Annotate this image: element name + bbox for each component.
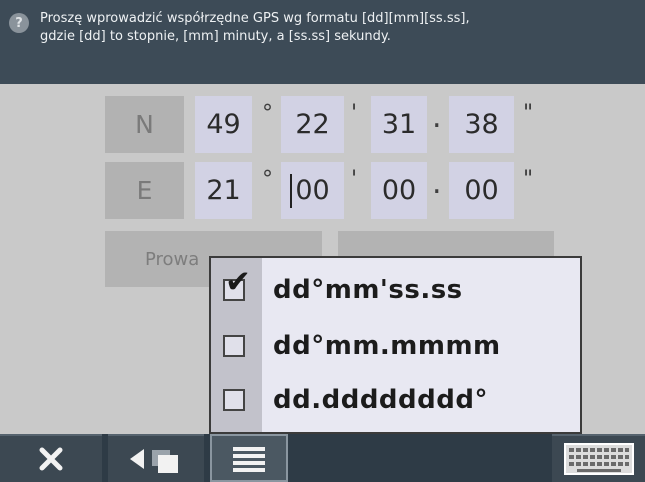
close-button[interactable]: [0, 434, 102, 482]
keyboard-button[interactable]: [552, 434, 645, 482]
decimal-point: .: [432, 166, 442, 201]
latitude-hundredths-field[interactable]: 38: [449, 96, 514, 153]
minute-symbol: ': [351, 101, 358, 126]
latitude-seconds-field[interactable]: 31: [371, 96, 427, 153]
format-option-decimal[interactable]: dd.dddddddd°: [211, 374, 580, 428]
latitude-degrees-field[interactable]: 49: [195, 96, 252, 153]
latitude-minutes-field[interactable]: 22: [281, 96, 344, 153]
back-icon: [130, 449, 178, 473]
format-option-label: dd.dddddddd°: [273, 385, 488, 415]
gps-coordinate-screen: ? Proszę wprowadzić współrzędne GPS wg f…: [0, 0, 645, 482]
left-action-button-label: Prowa: [145, 248, 200, 270]
format-option-label: dd°mm'ss.ss: [273, 275, 463, 305]
format-option-dm[interactable]: dd°mm.mmmm: [211, 320, 580, 374]
checkbox[interactable]: [223, 389, 245, 411]
longitude-hemisphere-button[interactable]: E: [105, 162, 184, 219]
instruction-text: Proszę wprowadzić współrzędne GPS wg for…: [40, 10, 630, 46]
longitude-seconds-field[interactable]: 00: [371, 162, 427, 219]
close-icon: [39, 447, 63, 471]
list-button[interactable]: [210, 434, 288, 482]
longitude-hundredths-field[interactable]: 00: [449, 162, 514, 219]
format-option-label: dd°mm.mmmm: [273, 331, 501, 361]
text-cursor: [290, 174, 292, 208]
instruction-header: ? Proszę wprowadzić współrzędne GPS wg f…: [0, 0, 645, 84]
list-icon: [233, 447, 265, 472]
instruction-line-2: gdzie [dd] to stopnie, [mm] minuty, a [s…: [40, 29, 391, 44]
second-symbol: ": [523, 167, 534, 192]
help-icon[interactable]: ?: [9, 13, 29, 33]
checkmark-icon: ✔: [225, 264, 251, 300]
degree-symbol: °: [262, 167, 273, 192]
second-symbol: ": [523, 101, 534, 126]
instruction-line-1: Proszę wprowadzić współrzędne GPS wg for…: [40, 11, 470, 26]
checkbox[interactable]: [223, 335, 245, 357]
longitude-degrees-field[interactable]: 21: [195, 162, 252, 219]
keyboard-icon: [563, 443, 634, 475]
back-button[interactable]: [108, 434, 204, 482]
coordinate-format-menu: ✔ dd°mm'ss.ss dd°mm.mmmm dd.dddddddd°: [209, 256, 582, 434]
decimal-point: .: [432, 100, 442, 135]
degree-symbol: °: [262, 101, 273, 126]
minute-symbol: ': [351, 167, 358, 192]
latitude-hemisphere-button[interactable]: N: [105, 96, 184, 153]
format-option-dms[interactable]: ✔ dd°mm'ss.ss: [211, 264, 580, 318]
